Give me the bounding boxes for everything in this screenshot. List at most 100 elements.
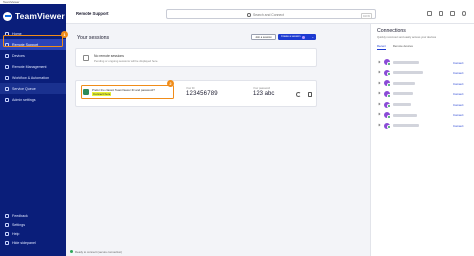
chevron-right-icon[interactable] bbox=[377, 70, 381, 74]
tab-recent[interactable]: Recent bbox=[377, 44, 386, 50]
device-name-redacted bbox=[393, 71, 423, 75]
sidebar-item-admin-settings[interactable]: Admin settings bbox=[0, 94, 66, 105]
device-name-redacted bbox=[393, 113, 417, 117]
list-item[interactable]: Connect bbox=[371, 57, 474, 68]
chevron-right-icon[interactable] bbox=[377, 102, 381, 106]
your-password-value: 123 abc bbox=[253, 91, 275, 97]
logo-text: TeamViewer bbox=[15, 11, 65, 21]
chevron-right-icon[interactable] bbox=[377, 91, 381, 95]
device-avatar-icon bbox=[384, 122, 391, 130]
service-queue-icon bbox=[5, 86, 9, 91]
list-item[interactable]: Connect bbox=[371, 89, 474, 100]
connect-link[interactable]: Connect bbox=[453, 113, 463, 117]
connections-subtitle: Quickly reconnect and easily access your… bbox=[377, 36, 437, 39]
connect-link[interactable]: Connect bbox=[453, 61, 463, 65]
your-id-label: Your ID bbox=[186, 87, 195, 90]
sidebar-item-label: Devices bbox=[12, 53, 25, 58]
help-icon bbox=[5, 231, 9, 236]
status-indicator bbox=[70, 250, 73, 253]
sidebar-item-remote-management[interactable]: Remote Management bbox=[0, 61, 66, 72]
classic-connect-card: Prefer the classic TeamViewer ID and pas… bbox=[75, 80, 317, 107]
chevron-right-icon[interactable] bbox=[377, 113, 381, 116]
connect-link[interactable]: Connect bbox=[453, 92, 463, 96]
user-avatar-icon[interactable] bbox=[461, 11, 466, 16]
status-bar: Ready to connect (secure connection) bbox=[66, 247, 370, 256]
search-shortcut: Ctrl K bbox=[361, 12, 372, 19]
top-icons bbox=[427, 11, 466, 16]
sidebar-item-hide-sidepanel[interactable]: Hide sidepanel bbox=[0, 238, 66, 247]
chevron-right-icon[interactable] bbox=[377, 60, 381, 63]
status-text: Ready to connect (secure connection) bbox=[75, 249, 123, 254]
device-name-redacted bbox=[393, 102, 411, 106]
connect-link[interactable]: Connect bbox=[453, 71, 463, 75]
connect-link[interactable]: Connect bbox=[453, 82, 463, 86]
search-input[interactable] bbox=[253, 11, 343, 19]
sidebar-item-label: Hide sidepanel bbox=[12, 240, 36, 245]
teamviewer-logo: TeamViewer bbox=[3, 10, 65, 22]
sessions-empty-card: No remote sessions Pending or ongoing se… bbox=[75, 48, 317, 67]
connections-title: Connections bbox=[377, 28, 406, 34]
chevron-right-icon[interactable] bbox=[377, 123, 381, 127]
main-content: Your sessions Join a session Create a se… bbox=[66, 24, 370, 256]
list-item[interactable]: Connect bbox=[371, 78, 474, 89]
sidebar-item-workflow-automation[interactable]: Workflow & Automation bbox=[0, 72, 66, 83]
monitor-icon bbox=[83, 55, 89, 61]
remote-support-highlight bbox=[3, 35, 63, 47]
sidebar-item-label: Service Queue bbox=[12, 86, 36, 91]
refresh-icon[interactable] bbox=[296, 91, 301, 97]
notification-bell-icon[interactable] bbox=[427, 11, 432, 16]
teamviewer-app-icon bbox=[83, 88, 89, 95]
sidebar-item-settings[interactable]: Settings bbox=[0, 220, 66, 229]
sidebar-item-help[interactable]: Help bbox=[0, 229, 66, 238]
create-session-button[interactable]: Create a session ⌄ bbox=[278, 34, 316, 40]
join-session-button[interactable]: Join a session bbox=[251, 34, 276, 40]
empty-subtitle: Pending or ongoing sessions will be disp… bbox=[94, 58, 159, 63]
list-item[interactable]: Connect bbox=[371, 110, 474, 121]
list-item[interactable]: Connect bbox=[371, 121, 474, 132]
workflow-icon bbox=[5, 75, 9, 80]
your-id-value: 123456789 bbox=[186, 91, 218, 97]
sidebar-item-devices[interactable]: Devices bbox=[0, 50, 66, 61]
sidebar-item-label: Settings bbox=[12, 222, 25, 227]
copy-icon[interactable] bbox=[308, 91, 312, 97]
remote-management-icon bbox=[5, 64, 9, 69]
devices-icon bbox=[5, 53, 9, 58]
create-session-label: Create a session bbox=[281, 35, 301, 38]
device-name-redacted bbox=[393, 60, 419, 64]
sidebar-item-feedback[interactable]: Feedback bbox=[0, 211, 66, 220]
step-badge-2: 2 bbox=[167, 80, 174, 87]
device-avatar-icon bbox=[384, 90, 391, 98]
connect-link[interactable]: Connect bbox=[453, 124, 463, 128]
list-item[interactable]: Connect bbox=[371, 68, 474, 79]
your-password-label: Your password bbox=[253, 87, 271, 90]
chevron-down-icon[interactable]: ⌄ bbox=[311, 34, 314, 40]
connections-panel: Connections Quickly reconnect and easily… bbox=[370, 24, 474, 256]
device-list: Connect Connect Connect Connect Connect … bbox=[371, 57, 474, 131]
device-name-redacted bbox=[393, 92, 413, 96]
tab-remote-devices[interactable]: Remote devices bbox=[393, 44, 413, 50]
sidebar-item-label: Remote Management bbox=[12, 64, 47, 69]
sidebar-item-label: Feedback bbox=[12, 213, 28, 218]
device-avatar-icon bbox=[384, 80, 391, 87]
chevron-right-icon[interactable] bbox=[377, 81, 381, 85]
device-avatar-icon bbox=[384, 69, 391, 77]
apps-grid-icon[interactable] bbox=[450, 11, 455, 16]
device-name-redacted bbox=[393, 124, 419, 128]
classic-connect-prompt: Prefer the classic TeamViewer ID and pas… bbox=[92, 87, 155, 92]
connections-tabs: Recent Remote devices bbox=[377, 44, 413, 50]
sidebar-bottom-nav: Feedback Settings Help Hide sidepanel bbox=[0, 211, 66, 247]
search-bar[interactable]: Ctrl K bbox=[166, 9, 376, 19]
hide-sidepanel-icon bbox=[5, 240, 9, 245]
device-avatar-icon bbox=[384, 59, 391, 66]
search-icon bbox=[247, 13, 251, 17]
sidebar-item-service-queue[interactable]: Service Queue bbox=[0, 83, 66, 94]
sidebar-item-label: Admin settings bbox=[12, 97, 36, 102]
list-item[interactable]: Connect bbox=[371, 99, 474, 110]
sidebar-item-label: Workflow & Automation bbox=[12, 75, 50, 80]
connect-here-link[interactable]: Connect here bbox=[92, 92, 112, 96]
admin-settings-icon bbox=[5, 97, 9, 102]
chat-icon[interactable] bbox=[438, 11, 443, 16]
device-name-redacted bbox=[393, 81, 415, 85]
teamviewer-logo-icon bbox=[3, 11, 12, 21]
connect-link[interactable]: Connect bbox=[453, 103, 463, 107]
